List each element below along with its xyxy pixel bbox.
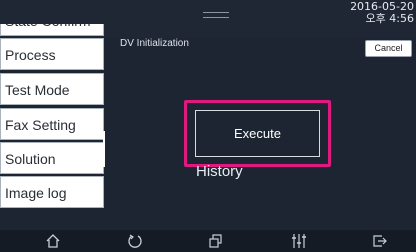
cancel-button[interactable]: Cancel — [365, 40, 412, 57]
sidebar-scroll-indicator — [103, 131, 105, 167]
sidebar-item-test-mode[interactable]: Test Mode — [0, 73, 104, 105]
time-text: 오후 4:56 — [365, 12, 414, 25]
sidebar-item-solution[interactable]: Solution — [0, 142, 104, 174]
history-label[interactable]: History — [196, 163, 243, 180]
drag-handle-icon[interactable] — [203, 12, 229, 18]
execute-button[interactable]: Execute — [195, 110, 320, 157]
sidebar-item-process[interactable]: Process — [0, 38, 104, 70]
home-icon[interactable] — [43, 232, 63, 250]
clock: 2016-05-20 오후 4:56 — [350, 1, 414, 25]
sidebar-item-state-confirm[interactable]: State Confirm — [0, 24, 104, 36]
sidebar-item-fax-setting[interactable]: Fax Setting — [0, 108, 104, 140]
logout-icon[interactable] — [369, 232, 389, 250]
nav-bar — [0, 230, 416, 252]
page-title: DV Initialization — [120, 38, 189, 49]
settings-sliders-icon[interactable] — [289, 232, 309, 250]
back-icon[interactable] — [125, 232, 145, 250]
execute-highlight: Execute — [184, 100, 331, 167]
sidebar-item-image-log[interactable]: Image log — [0, 176, 104, 208]
sidebar: State Confirm Process Test Mode Fax Sett… — [0, 24, 110, 230]
copy-icon[interactable] — [206, 232, 226, 250]
